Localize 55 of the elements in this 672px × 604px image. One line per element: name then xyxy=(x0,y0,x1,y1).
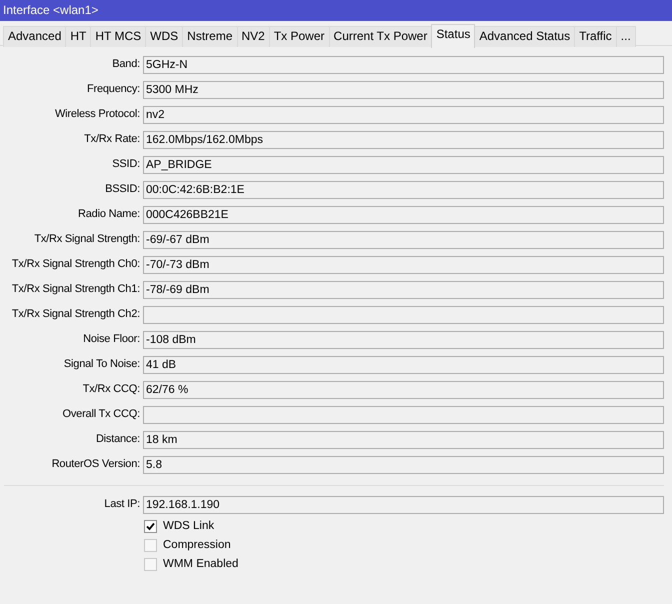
readonly-field[interactable]: -70/-73 dBm xyxy=(143,256,664,274)
tab[interactable]: Traffic xyxy=(574,26,617,47)
readonly-field[interactable]: 00:0C:42:6B:B2:1E xyxy=(143,180,664,198)
readonly-field[interactable] xyxy=(143,406,664,424)
field-label: Tx/Rx Signal Strength Ch2: xyxy=(10,307,140,322)
field-label: RouterOS Version: xyxy=(50,457,140,472)
field-label: Tx/Rx Signal Strength Ch1: xyxy=(10,282,140,298)
field-label: Tx/Rx Rate: xyxy=(83,132,140,148)
field-label: Tx/Rx CCQ: xyxy=(82,382,140,398)
readonly-field[interactable]: -69/-67 dBm xyxy=(143,230,664,248)
tab[interactable]: HT xyxy=(65,26,92,47)
field-label: Noise Floor: xyxy=(82,332,140,348)
window-title: Interface <wlan1> xyxy=(0,0,672,21)
readonly-field[interactable]: 192.168.1.190 xyxy=(143,496,664,514)
readonly-field[interactable]: 5.8 xyxy=(143,456,664,474)
readonly-field[interactable]: 5GHz-N xyxy=(143,56,664,74)
checkbox[interactable] xyxy=(144,520,157,533)
field-label: Last IP: xyxy=(103,497,140,512)
field-label: Distance: xyxy=(94,432,140,448)
tab[interactable]: HT MCS xyxy=(90,26,146,47)
field-label: Signal To Noise: xyxy=(62,357,140,372)
field-label: Radio Name: xyxy=(77,207,140,222)
tab[interactable]: NV2 xyxy=(236,26,270,47)
field-label: BSSID: xyxy=(104,182,140,198)
tab[interactable]: Status xyxy=(431,24,476,48)
readonly-field[interactable]: AP_BRIDGE xyxy=(143,156,664,174)
checkbox[interactable] xyxy=(144,539,157,552)
field-label: Tx/Rx Signal Strength: xyxy=(33,232,140,248)
tab[interactable]: Tx Power xyxy=(268,26,330,47)
readonly-field[interactable]: 5300 MHz xyxy=(143,80,664,98)
tab[interactable]: Current Tx Power xyxy=(328,26,432,47)
readonly-field[interactable]: 41 dB xyxy=(143,356,664,374)
checkbox[interactable] xyxy=(144,558,157,571)
tab[interactable]: Advanced xyxy=(3,26,66,47)
checkbox-label: WMM Enabled xyxy=(163,556,238,572)
field-label: Frequency: xyxy=(86,82,140,98)
readonly-field[interactable]: nv2 xyxy=(143,106,664,124)
readonly-field[interactable]: 62/76 % xyxy=(143,380,664,398)
readonly-field[interactable]: -108 dBm xyxy=(143,330,664,348)
tab[interactable]: ... xyxy=(616,26,636,47)
field-label: Overall Tx CCQ: xyxy=(62,407,140,422)
field-label: SSID: xyxy=(111,157,140,172)
readonly-field[interactable]: 162.0Mbps/162.0Mbps xyxy=(143,130,664,148)
field-label: Tx/Rx Signal Strength Ch0: xyxy=(10,257,140,272)
readonly-field[interactable]: -78/-69 dBm xyxy=(143,280,664,298)
tab[interactable]: WDS xyxy=(145,26,184,47)
tab[interactable]: Advanced Status xyxy=(474,26,576,47)
checkbox-label: WDS Link xyxy=(163,518,214,534)
tab[interactable]: Nstreme xyxy=(182,26,238,47)
checkbox-label: Compression xyxy=(163,538,231,553)
field-label: Wireless Protocol: xyxy=(54,107,140,122)
readonly-field[interactable] xyxy=(143,306,664,324)
field-label: Band: xyxy=(111,57,140,72)
readonly-field[interactable]: 000C426BB21E xyxy=(143,206,664,224)
readonly-field[interactable]: 18 km xyxy=(143,430,664,448)
